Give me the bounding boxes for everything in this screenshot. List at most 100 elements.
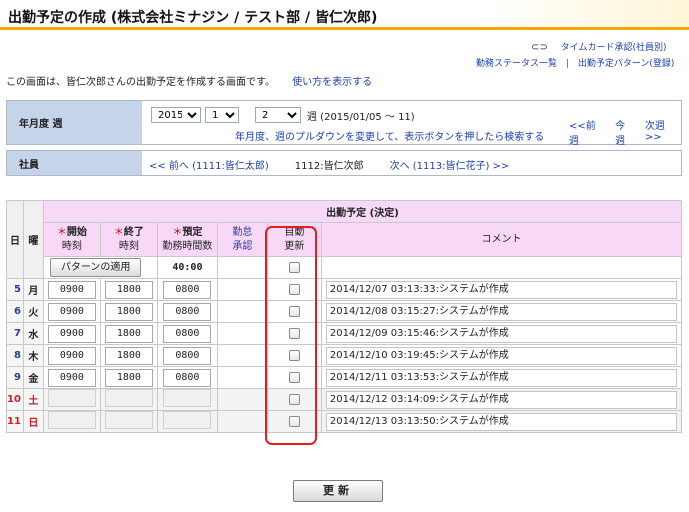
start-time-header: ＊開始 時刻	[42, 222, 101, 257]
comment-input[interactable]: 2014/12/09 03:15:46:システムが作成	[325, 324, 677, 343]
day-of-week: 木	[22, 344, 44, 367]
auto-update-all-checkbox[interactable]	[288, 261, 300, 273]
employee-label: 社員	[7, 151, 142, 175]
comment-input[interactable]: 2014/12/11 03:13:53:システムが作成	[325, 368, 677, 387]
approval-cell	[216, 344, 268, 367]
period-selectors: 2015 1 2 週 (2015/01/05 ～ 11)	[151, 107, 415, 123]
page-title: 出勤予定の作成 (株式会社ミナジン / テスト部 / 皆仁次郎)	[0, 0, 689, 30]
planned-hours-header: ＊預定 勤務時間数	[156, 222, 218, 257]
section-title: 出勤予定 (決定)	[42, 200, 683, 223]
end-time-input[interactable]	[104, 389, 153, 407]
start-time-input[interactable]	[47, 411, 96, 429]
pattern-cell: パターンの適用	[42, 256, 158, 279]
key-icon: ⊂⊃	[531, 42, 548, 53]
approval-cell	[216, 366, 268, 389]
comment-input[interactable]: 2014/12/07 03:13:33:システムが作成	[325, 280, 677, 299]
start-time-input[interactable]: 0900	[47, 324, 96, 343]
total-hours: 40:00	[156, 256, 218, 279]
day-number: 7	[6, 322, 24, 345]
period-label: 年月度 週	[7, 101, 142, 144]
auto-update-checkbox[interactable]	[288, 371, 300, 383]
update-button[interactable]: 更新	[293, 480, 383, 502]
planned-hours-input[interactable]	[163, 411, 212, 429]
day-number: 5	[6, 278, 24, 301]
planned-hours-input[interactable]: 0800	[163, 368, 212, 387]
period-hint: 年月度、週のプルダウンを変更して、表示ボタンを押したら検索する	[235, 132, 545, 143]
comment-header: コメント	[320, 222, 683, 257]
this-week-link[interactable]: 今週	[615, 117, 635, 147]
auto-update-checkbox[interactable]	[288, 305, 300, 317]
day-number: 11	[6, 410, 24, 433]
end-time-input[interactable]: 1800	[104, 280, 153, 299]
comment-input[interactable]: 2014/12/08 03:15:27:システムが作成	[325, 302, 677, 321]
schedule-row: 10 土 2014/12/12 03:14:09:システムが作成	[6, 388, 683, 411]
start-time-input[interactable]: 0900	[47, 368, 96, 387]
end-time-input[interactable]: 1800	[104, 324, 153, 343]
intro-text: この画面は、皆仁次郎さんの出勤予定を作成する画面です。	[6, 77, 275, 88]
current-employee: 1112:皆仁次郎	[294, 161, 364, 172]
end-time-input[interactable]: 1800	[104, 346, 153, 365]
day-number: 6	[6, 300, 24, 323]
end-time-header: ＊終了 時刻	[99, 222, 158, 257]
approval-cell	[216, 300, 268, 323]
year-select[interactable]: 2015	[151, 107, 201, 123]
employee-nav: << 前へ (1111:皆仁太郎) 1112:皆仁次郎 次へ (1113:皆仁花…	[149, 157, 509, 172]
schedule-row: 8 木 0900 1800 0800 2014/12/10 03:19:45:システムが作…	[6, 344, 683, 367]
day-of-week: 月	[22, 278, 44, 301]
planned-hours-input[interactable]: 0800	[163, 324, 212, 343]
planned-hours-input[interactable]: 0800	[163, 346, 212, 365]
link-separator: |	[565, 59, 569, 69]
planned-hours-input[interactable]: 0800	[163, 280, 212, 299]
start-time-input[interactable]: 0900	[47, 280, 96, 299]
intro-line: この画面は、皆仁次郎さんの出勤予定を作成する画面です。 使い方を表示する	[6, 73, 372, 88]
auto-update-header: 自動 更新	[266, 222, 322, 257]
end-time-input[interactable]	[104, 411, 153, 429]
attendance-approval-header: 勤怠 承認	[216, 222, 268, 257]
status-list-link[interactable]: 勤務ステータス一覧	[476, 59, 557, 69]
approval-cell	[216, 278, 268, 301]
comment-input[interactable]: 2014/12/10 03:19:45:システムが作成	[325, 346, 677, 365]
start-time-input[interactable]	[47, 389, 96, 407]
auto-update-all-cell	[266, 256, 322, 279]
day-of-week: 日	[22, 410, 44, 433]
col-day-header: 日	[6, 200, 24, 279]
comment-input[interactable]: 2014/12/13 03:13:50:システムが作成	[325, 412, 677, 431]
schedule-row: 11 日 2014/12/13 03:13:50:システムが作成	[6, 410, 683, 433]
auto-update-checkbox[interactable]	[288, 349, 300, 361]
schedule-row: 5 月 0900 1800 0800 2014/12/07 03:13:33:システムが作…	[6, 278, 683, 301]
employee-panel: 社員 << 前へ (1111:皆仁太郎) 1112:皆仁次郎 次へ (1113:…	[6, 150, 682, 176]
auto-update-checkbox[interactable]	[288, 327, 300, 339]
apply-pattern-button[interactable]: パターンの適用	[49, 258, 142, 277]
comment-input[interactable]: 2014/12/12 03:14:09:システムが作成	[325, 390, 677, 409]
schedule-row: 6 火 0900 1800 0800 2014/12/08 03:15:27:システムが作…	[6, 300, 683, 323]
prev-employee-link[interactable]: << 前へ (1111:皆仁太郎)	[149, 157, 269, 172]
start-time-input[interactable]: 0900	[47, 302, 96, 321]
comment-blank	[320, 256, 683, 279]
day-of-week: 火	[22, 300, 44, 323]
schedule-row: 7 水 0900 1800 0800 2014/12/09 03:15:46:システムが作…	[6, 322, 683, 345]
next-employee-link[interactable]: 次へ (1113:皆仁花子) >>	[390, 157, 510, 172]
schedule-table: 日 曜 出勤予定 (決定) ＊開始 時刻 ＊終了 時刻 ＊預定 勤務時間数 勤怠 承認 …	[6, 200, 683, 433]
next-week-link[interactable]: 次週>>	[645, 117, 681, 147]
howto-link[interactable]: 使い方を表示する	[292, 77, 372, 88]
auto-update-checkbox[interactable]	[288, 393, 300, 405]
day-number: 9	[6, 366, 24, 389]
planned-hours-input[interactable]: 0800	[163, 302, 212, 321]
approval-cell	[216, 322, 268, 345]
end-time-input[interactable]: 1800	[104, 302, 153, 321]
timecard-approval-link[interactable]: タイムカード承認(社員別)	[561, 43, 667, 53]
planned-hours-input[interactable]	[163, 389, 212, 407]
end-time-input[interactable]: 1800	[104, 368, 153, 387]
auto-update-checkbox[interactable]	[288, 283, 300, 295]
day-number: 10	[6, 388, 24, 411]
week-nav: <<前週 今週 次週>>	[569, 117, 681, 147]
start-time-input[interactable]: 0900	[47, 346, 96, 365]
week-select[interactable]: 2	[255, 107, 301, 123]
pattern-register-link[interactable]: 出勤予定パターン(登録)	[578, 59, 675, 69]
toplinks-row2: 勤務ステータス一覧 | 出勤予定パターン(登録)	[476, 56, 674, 69]
period-panel: 年月度 週 2015 1 2 週 (2015/01/05 ～ 11) 年月度、週…	[6, 100, 682, 147]
prev-week-link[interactable]: <<前週	[569, 117, 605, 147]
week-range-text: 週 (2015/01/05 ～ 11)	[307, 111, 415, 123]
auto-update-checkbox[interactable]	[288, 415, 300, 427]
month-select[interactable]: 1	[205, 107, 239, 123]
